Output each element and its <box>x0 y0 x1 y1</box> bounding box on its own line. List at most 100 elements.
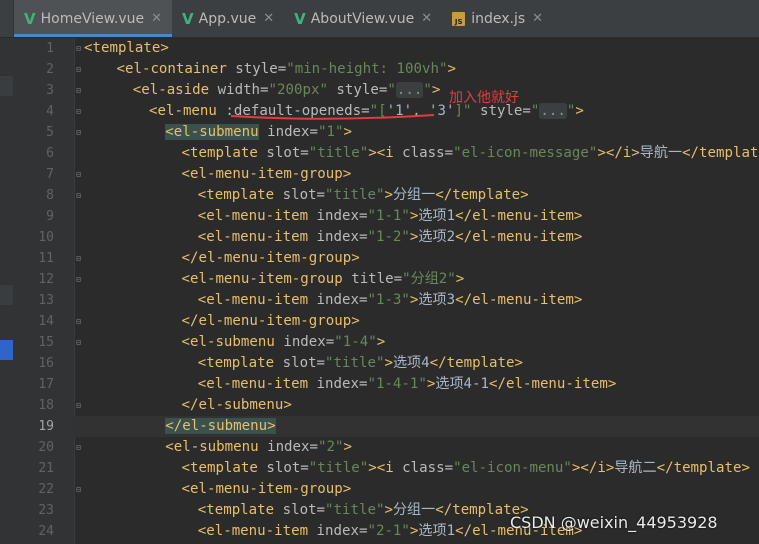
close-icon[interactable]: ✕ <box>151 11 162 26</box>
code-line[interactable]: <el-aside width="200px" style="..."> <box>74 80 759 101</box>
code-token: > <box>368 460 377 476</box>
code-token: slot= <box>266 460 309 476</box>
code-text: </el-menu-item-group> <box>182 311 360 332</box>
code-line[interactable]: </el-submenu> <box>74 416 759 437</box>
code-token: </el-menu-item> <box>455 229 583 245</box>
line-number: 6 <box>46 146 54 161</box>
close-icon[interactable]: ✕ <box>421 11 432 26</box>
code-token: index= <box>316 523 368 539</box>
code-token: <el-container <box>116 61 236 77</box>
code-token: <el-menu-item <box>197 376 317 392</box>
tab-label: App.vue <box>198 10 257 27</box>
code-line[interactable]: <el-menu-item-group> <box>74 164 759 185</box>
code-token: index= <box>283 334 335 350</box>
code-token: 导航一 <box>639 145 683 161</box>
code-line[interactable]: <el-menu-item index="1-1">选项1</el-menu-i… <box>74 206 759 227</box>
code-editor[interactable]: 1 2 3 4 5 6 7 8 9 10 11 12 13 14 15 16 17 18 19 20 21 22 23 24 ⊟… <box>0 38 759 544</box>
code-line[interactable]: <template slot="title">选项4</template> <box>74 353 759 374</box>
line-number: 5 <box>46 125 54 140</box>
tab-app[interactable]: V App.vue ✕ <box>172 0 284 37</box>
close-icon[interactable]: ✕ <box>532 11 543 26</box>
code-token: > <box>384 502 393 518</box>
annotation-text: 加入他就好 <box>449 90 519 106</box>
code-token: "1-2" <box>367 229 410 245</box>
strip-marker-selected <box>0 340 13 360</box>
folded-region[interactable]: ... <box>539 103 567 119</box>
line-number: 14 <box>38 314 54 329</box>
editor-tab-bar: V HomeView.vue ✕ V App.vue ✕ V AboutView… <box>0 0 759 38</box>
code-token: index= <box>267 439 318 455</box>
tab-index-js[interactable]: JS index.js ✕ <box>442 0 553 37</box>
line-number: 11 <box>38 251 54 266</box>
code-token: "1-3" <box>367 292 410 308</box>
code-token: index= <box>316 208 368 224</box>
code-token: </el-menu-item-group> <box>181 250 360 266</box>
code-token: > <box>431 82 441 98</box>
code-token: width= <box>217 82 269 98</box>
watermark: CSDN @weixin_44953928 <box>510 513 718 532</box>
tab-aboutview[interactable]: V AboutView.vue ✕ <box>284 0 442 37</box>
code-token: > <box>455 271 465 287</box>
code-token: > <box>368 145 377 161</box>
code-line[interactable]: <el-submenu index="1"> <box>74 122 759 143</box>
code-token: "title" <box>308 145 369 161</box>
code-line[interactable]: </el-submenu> <box>74 395 759 416</box>
vue-icon: V <box>24 9 36 28</box>
code-token: </el-submenu> <box>165 418 276 434</box>
code-token: " <box>387 82 396 98</box>
code-token: "title" <box>308 460 369 476</box>
code-line[interactable]: </el-menu-item-group> <box>74 248 759 269</box>
code-token: ></i> <box>597 145 640 161</box>
code-token: index= <box>316 292 368 308</box>
code-token: <el-aside <box>132 82 218 98</box>
line-number: 23 <box>38 503 54 518</box>
code-line[interactable]: </el-menu-item-group> <box>74 311 759 332</box>
code-line[interactable]: <el-submenu index="2"> <box>74 437 759 458</box>
code-token: <i <box>376 145 403 161</box>
tab-homeview[interactable]: V HomeView.vue ✕ <box>14 0 173 37</box>
code-line[interactable]: <template slot="title">分组一</template> <box>74 185 759 206</box>
code-text: </el-menu-item-group> <box>182 248 360 269</box>
code-token: "2" <box>318 439 344 455</box>
code-line[interactable]: <el-menu-item index="1-4-1">选项4-1</el-me… <box>74 374 759 395</box>
code-token: <el-submenu <box>165 124 259 140</box>
code-text: <el-container style="min-height: 100vh"> <box>117 59 456 80</box>
code-line[interactable]: <el-submenu index="1-4"> <box>74 332 759 353</box>
code-token: "1" <box>318 124 344 140</box>
code-token: > <box>575 103 584 119</box>
code-text: <el-menu-item index="1-3">选项3</el-menu-i… <box>198 290 583 311</box>
code-token: </el-menu-item-group> <box>181 313 360 329</box>
code-token: "1-4-1" <box>367 376 427 392</box>
line-number: 16 <box>38 356 54 371</box>
code-token: <template <box>181 460 267 476</box>
code-token: 选项4 <box>392 355 430 371</box>
strip-marker <box>0 76 13 96</box>
code-token: index= <box>316 376 368 392</box>
code-token: <el-menu <box>149 103 226 119</box>
code-line[interactable]: <template> <box>74 38 759 59</box>
line-number-gutter[interactable]: 1 2 3 4 5 6 7 8 9 10 11 12 13 14 15 16 17 18 19 20 21 22 23 24 ⊟… <box>13 38 81 544</box>
code-text: <template slot="title"><i class="el-icon… <box>182 458 750 479</box>
code-token: index= <box>267 124 319 140</box>
code-token: index= <box>316 229 368 245</box>
close-icon[interactable]: ✕ <box>263 11 274 26</box>
code-token: style= <box>336 82 388 98</box>
code-token: <el-menu-item <box>197 292 317 308</box>
code-token: "200px" <box>268 82 337 98</box>
code-line[interactable]: <template slot="title"><i class="el-icon… <box>74 458 759 479</box>
code-line[interactable]: <template slot="title"><i class="el-icon… <box>74 143 759 164</box>
code-line[interactable]: <el-menu-item-group> <box>74 479 759 500</box>
code-line[interactable]: <el-menu-item index="1-2">选项2</el-menu-i… <box>74 227 759 248</box>
code-text: <el-submenu index="2"> <box>165 437 352 458</box>
code-text: <template slot="title">分组一</template> <box>198 500 529 521</box>
code-token: <template> <box>84 40 169 56</box>
code-line[interactable]: <el-menu-item-group title="分组2"> <box>74 269 759 290</box>
tab-label: HomeView.vue <box>40 10 145 27</box>
code-token: <el-menu-item <box>197 229 317 245</box>
code-text: <el-menu-item-group title="分组2"> <box>182 269 465 290</box>
code-line[interactable]: <el-container style="min-height: 100vh"> <box>74 59 759 80</box>
line-number: 10 <box>38 230 54 245</box>
folded-region[interactable]: ... <box>395 82 424 98</box>
code-line[interactable]: <el-menu-item index="1-3">选项3</el-menu-i… <box>74 290 759 311</box>
